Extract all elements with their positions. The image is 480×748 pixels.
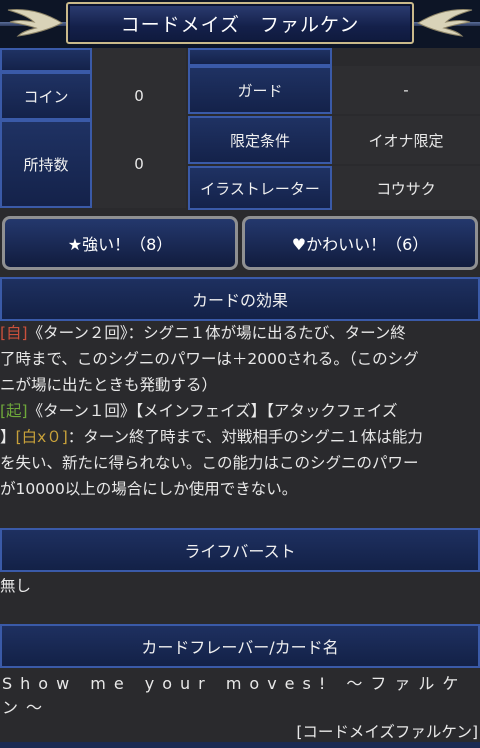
stats-cell-top-mid [92, 48, 186, 72]
effect-line-text: 《ターン２回》：シグニ１体が場に出るたび、ターン終 [27, 324, 406, 342]
flavor-heading: カードフレーバー/カード名 [0, 624, 480, 668]
effect-line-text: 《ターン１回》【メインフェイズ】【アタックフェイズ [27, 402, 398, 420]
stats-cell-top-left [0, 48, 92, 72]
limit-value: イオナ限定 [332, 116, 480, 164]
flavor-text: Show me your moves! ～ファルケン～ [2, 674, 467, 717]
left-wing-icon [7, 9, 64, 37]
cost-tag: [白x０] [15, 428, 68, 446]
bottom-bar [0, 742, 480, 748]
stats-cell-top-right [188, 48, 332, 66]
header-bar: コードメイズ ファルケン [0, 0, 480, 48]
card-name: [コードメイズファルケン] [296, 723, 478, 741]
page-title: コードメイズ ファルケン [120, 13, 360, 36]
effect-line: [自]《ターン２回》：シグニ１体が場に出るたび、ターン終 [0, 320, 480, 346]
coin-value: 0 [92, 72, 186, 120]
right-wing-icon [416, 9, 473, 37]
effect-line: ニが場に出たときも発動する） [0, 376, 218, 394]
card-effect-heading: カードの効果 [0, 277, 480, 321]
illustrator-value: コウサク [332, 166, 480, 210]
effect-line: 了時まで、このシグニのパワーは＋2000される。（このシグ [0, 350, 419, 368]
coin-label: コイン [0, 72, 92, 120]
guard-value: - [332, 66, 480, 114]
page-title-box: コードメイズ ファルケン [66, 2, 414, 44]
effect-line-text: ：ターン終了時まで、対戦相手のシグニ１体は能力 [67, 428, 423, 446]
owned-label: 所持数 [0, 120, 92, 208]
effect-line: [起]《ターン１回》【メインフェイズ】【アタックフェイズ [0, 398, 480, 424]
guard-label: ガード [188, 66, 332, 114]
vote-strong-button[interactable]: ★強い！（8） [2, 216, 238, 270]
effect-line: 】[白x０]：ターン終了時まで、対戦相手のシグニ１体は能力 [0, 424, 480, 450]
auto-tag: [自] [0, 324, 28, 342]
effect-line: が10000以上の場合にしか使用できない。 [0, 480, 298, 498]
vote-cute-button[interactable]: ♥かわいい！（6） [242, 216, 478, 270]
illustrator-label: イラストレーター [188, 166, 332, 210]
activate-tag: [起] [0, 402, 28, 420]
card-effect-text: [自]《ターン２回》：シグニ１体が場に出るたび、ターン終 了時まで、このシグニの… [0, 320, 480, 502]
effect-line: を失い、新たに得られない。この能力はこのシグニのパワー [0, 454, 419, 472]
limit-label: 限定条件 [188, 116, 332, 164]
owned-value: 0 [92, 120, 186, 208]
lifeburst-heading: ライフバースト [0, 528, 480, 572]
lifeburst-text: 無し [0, 577, 32, 595]
effect-line-text: 】 [0, 428, 16, 446]
